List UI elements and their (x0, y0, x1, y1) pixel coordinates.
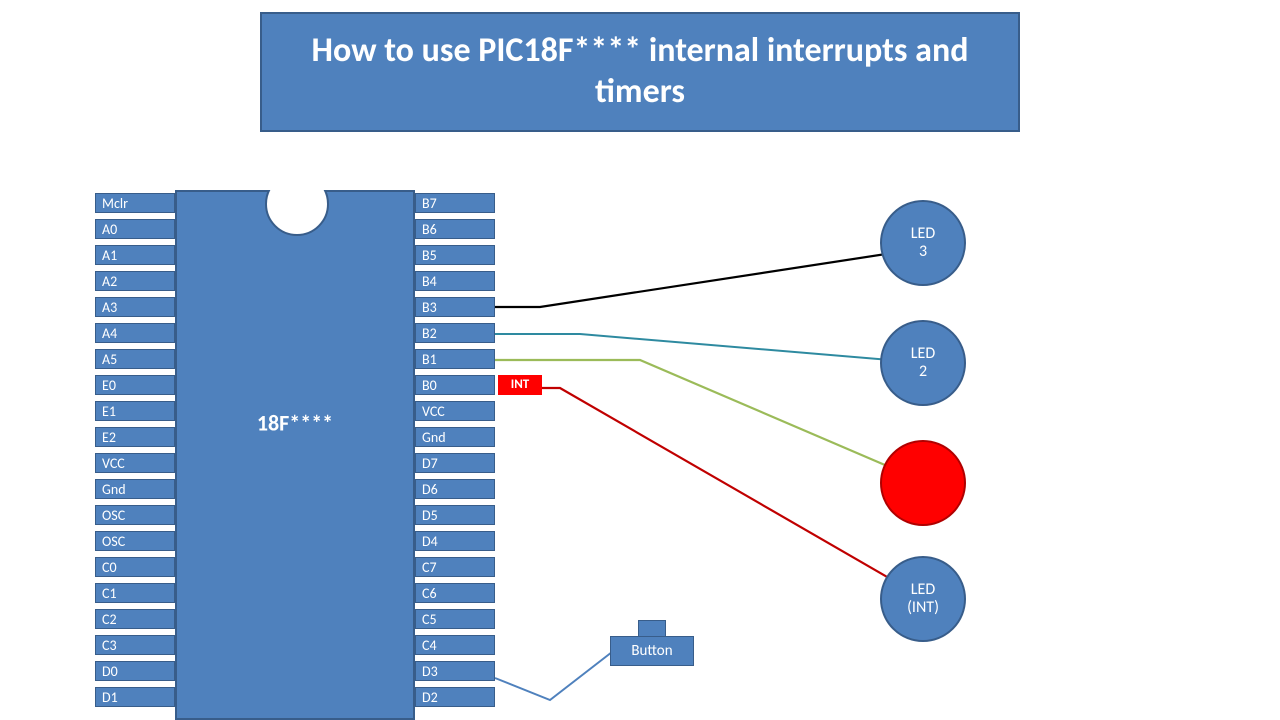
pin-left-16: C2 (95, 609, 175, 629)
pin-left-19: D1 (95, 687, 175, 707)
pin-left-10: VCC (95, 453, 175, 473)
led3-node: LED 3 (880, 200, 966, 286)
pin-right-17: C4 (415, 635, 495, 655)
pin-right-15: C6 (415, 583, 495, 603)
pin-left-11: Gnd (95, 479, 175, 499)
pin-left-8: E1 (95, 401, 175, 421)
pin-right-18: D3 (415, 661, 495, 681)
pin-right-5: B2 (415, 323, 495, 343)
pin-left-9: E2 (95, 427, 175, 447)
pin-right-7: B0 (415, 375, 495, 395)
pin-left-14: C0 (95, 557, 175, 577)
chip-body: 18F**** (175, 190, 415, 720)
pin-left-6: A5 (95, 349, 175, 369)
pin-left-17: C3 (95, 635, 175, 655)
pin-left-5: A4 (95, 323, 175, 343)
pin-right-0: B7 (415, 193, 495, 213)
chip-label: 18F**** (257, 410, 333, 437)
pin-right-1: B6 (415, 219, 495, 239)
pin-right-19: D2 (415, 687, 495, 707)
pin-right-4: B3 (415, 297, 495, 317)
pin-right-3: B4 (415, 271, 495, 291)
button-box: Button (610, 636, 694, 666)
pin-right-13: D4 (415, 531, 495, 551)
pin-left-7: E0 (95, 375, 175, 395)
pin-right-2: B5 (415, 245, 495, 265)
pin-left-0: Mclr (95, 193, 175, 213)
page-title: How to use PIC18F**** internal interrupt… (260, 12, 1020, 132)
pin-left-3: A2 (95, 271, 175, 291)
pin-right-14: C7 (415, 557, 495, 577)
pin-right-10: D7 (415, 453, 495, 473)
pin-left-1: A0 (95, 219, 175, 239)
led-int-node: LED (INT) (880, 556, 966, 642)
pin-left-2: A1 (95, 245, 175, 265)
chip-notch (265, 172, 329, 236)
pin-right-6: B1 (415, 349, 495, 369)
int-tag: INT (498, 375, 542, 395)
button-tab (638, 620, 666, 637)
pin-left-15: C1 (95, 583, 175, 603)
pin-right-16: C5 (415, 609, 495, 629)
pin-right-8: VCC (415, 401, 495, 421)
pin-right-11: D6 (415, 479, 495, 499)
pin-left-13: OSC (95, 531, 175, 551)
pin-left-18: D0 (95, 661, 175, 681)
pin-right-12: D5 (415, 505, 495, 525)
led2-node: LED 2 (880, 320, 966, 406)
pin-left-4: A3 (95, 297, 175, 317)
red-indicator (880, 440, 966, 526)
pin-left-12: OSC (95, 505, 175, 525)
pin-right-9: Gnd (415, 427, 495, 447)
